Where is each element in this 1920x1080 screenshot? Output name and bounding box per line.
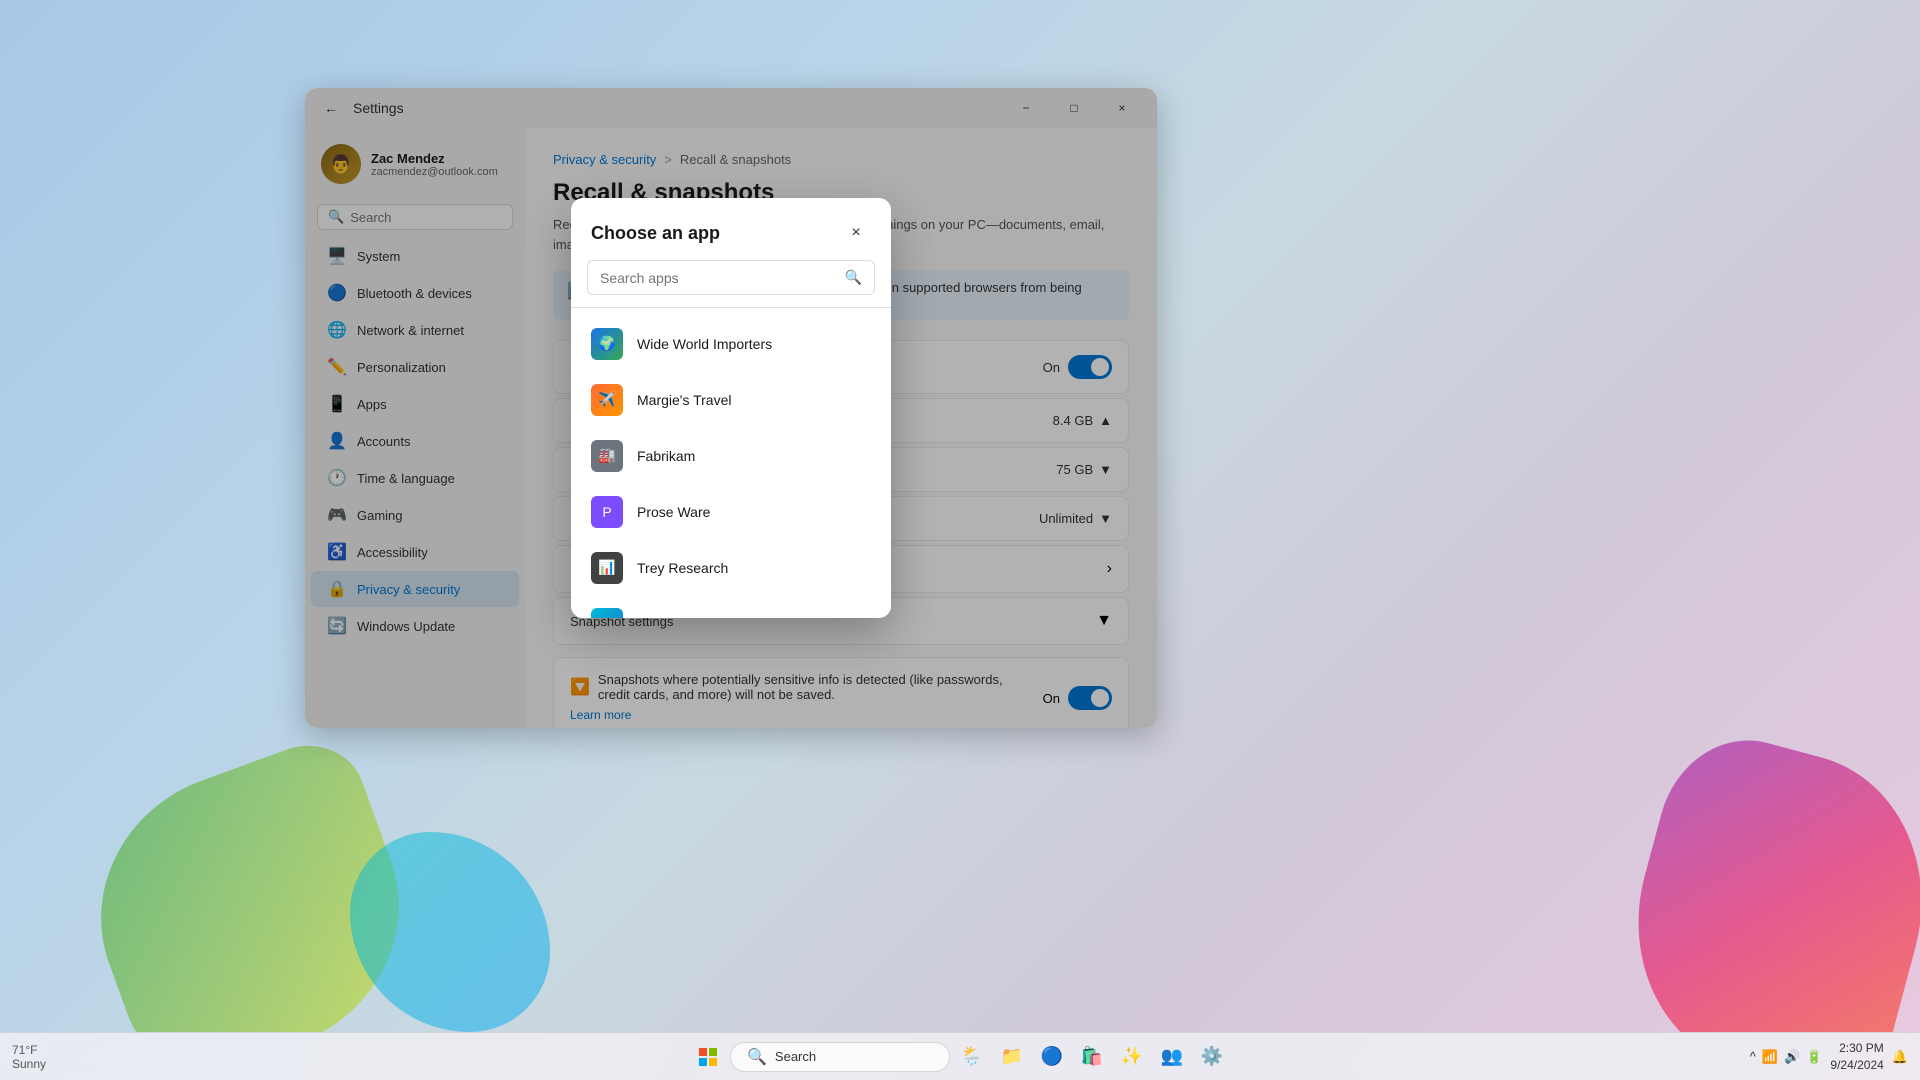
tray-network[interactable]: 📶 <box>1762 1049 1778 1065</box>
taskbar-center: 🔍 Search 🌦️ 📁 🔵 🛍️ ✨ 👥 ⚙️ <box>690 1039 1230 1075</box>
tray-volume[interactable]: 🔊 <box>1784 1049 1800 1065</box>
app-item-fab[interactable]: 🏭 Fabrikam <box>571 428 891 484</box>
app-icon-mt: ✈️ <box>591 384 623 416</box>
modal-search-input[interactable] <box>600 270 837 286</box>
app-name-mt: Margie's Travel <box>637 392 731 408</box>
swirl-teal <box>350 832 550 1032</box>
taskbar-icon-copilot[interactable]: ✨ <box>1114 1039 1150 1075</box>
taskbar-icon-teams[interactable]: 👥 <box>1154 1039 1190 1075</box>
taskbar-search-label: Search <box>775 1049 816 1064</box>
swirl-green <box>61 729 439 1032</box>
taskbar-icon-widget[interactable]: 🌦️ <box>954 1039 990 1075</box>
modal-search-box[interactable]: 🔍 <box>587 260 875 295</box>
app-icon-wwi: 🌍 <box>591 328 623 360</box>
taskbar: 71°F Sunny 🔍 Search 🌦️ 📁 🔵 🛍️ ✨ 👥 ⚙️ <box>0 1032 1920 1080</box>
taskbar-search[interactable]: 🔍 Search <box>730 1042 950 1072</box>
app-name-con: Contoso <box>637 616 689 618</box>
app-icon-fab: 🏭 <box>591 440 623 472</box>
background-decoration <box>0 692 1920 1032</box>
settings-window: ← Settings − □ × 👨 Zac Mendez zacmendez@… <box>305 88 1157 728</box>
modal-overlay[interactable]: Choose an app × 🔍 🌍 Wide World Importers… <box>305 88 1157 728</box>
taskbar-icon-store[interactable]: 🛍️ <box>1074 1039 1110 1075</box>
start-button[interactable] <box>690 1039 726 1075</box>
app-item-pw[interactable]: P Prose Ware <box>571 484 891 540</box>
app-name-fab: Fabrikam <box>637 448 695 464</box>
modal-close-button[interactable]: × <box>841 218 871 248</box>
choose-app-modal: Choose an app × 🔍 🌍 Wide World Importers… <box>571 198 891 618</box>
app-item-wwi[interactable]: 🌍 Wide World Importers <box>571 316 891 372</box>
time-display: 2:30 PM <box>1830 1040 1883 1057</box>
weather-widget[interactable]: 71°F Sunny <box>12 1043 46 1071</box>
weather-desc: Sunny <box>12 1057 46 1071</box>
app-icon-tr: 📊 <box>591 552 623 584</box>
taskbar-icon-explorer[interactable]: 📁 <box>994 1039 1030 1075</box>
app-icon-con: ◎ <box>591 608 623 618</box>
app-item-tr[interactable]: 📊 Trey Research <box>571 540 891 596</box>
modal-header: Choose an app × <box>571 198 891 260</box>
taskbar-icon-edge[interactable]: 🔵 <box>1034 1039 1070 1075</box>
taskbar-icon-settings[interactable]: ⚙️ <box>1194 1039 1230 1075</box>
date-display: 9/24/2024 <box>1830 1057 1883 1074</box>
app-name-pw: Prose Ware <box>637 504 710 520</box>
app-list: 🌍 Wide World Importers ✈️ Margie's Trave… <box>571 312 891 618</box>
modal-divider <box>571 307 891 308</box>
swirl-purple <box>1603 721 1920 1032</box>
modal-title: Choose an app <box>591 223 720 244</box>
app-name-tr: Trey Research <box>637 560 728 576</box>
taskbar-left: 71°F Sunny <box>12 1043 46 1071</box>
system-tray: ^ 📶 🔊 🔋 <box>1750 1049 1823 1065</box>
app-name-wwi: Wide World Importers <box>637 336 772 352</box>
notifications-icon[interactable]: 🔔 <box>1892 1049 1908 1065</box>
taskbar-right: ^ 📶 🔊 🔋 2:30 PM 9/24/2024 🔔 <box>1750 1040 1908 1074</box>
tray-chevron[interactable]: ^ <box>1750 1049 1756 1064</box>
app-icon-pw: P <box>591 496 623 528</box>
modal-search-icon: 🔍 <box>845 269 862 286</box>
app-item-mt[interactable]: ✈️ Margie's Travel <box>571 372 891 428</box>
temperature: 71°F <box>12 1043 46 1057</box>
tray-battery[interactable]: 🔋 <box>1806 1049 1822 1065</box>
search-icon: 🔍 <box>747 1047 767 1067</box>
app-item-con[interactable]: ◎ Contoso <box>571 596 891 618</box>
clock[interactable]: 2:30 PM 9/24/2024 <box>1830 1040 1883 1074</box>
